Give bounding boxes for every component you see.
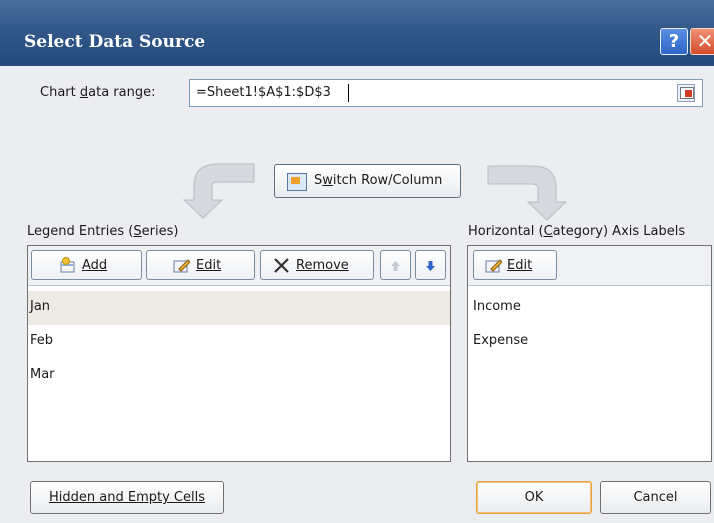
axis-labels-toolbar: Edit	[468, 246, 711, 286]
cancel-button[interactable]: Cancel	[600, 481, 711, 514]
series-item-jan[interactable]: Jan	[28, 291, 450, 325]
chart-data-range-label: Chart data range:	[40, 85, 156, 100]
switch-row-column-button[interactable]: Switch Row/Column	[274, 164, 461, 198]
edit-icon	[173, 259, 190, 273]
range-collapse-icon[interactable]	[677, 84, 695, 102]
switch-row-column-label: Switch Row/Column	[314, 173, 443, 188]
edit-icon	[485, 259, 502, 273]
move-down-icon	[426, 261, 435, 271]
add-icon	[60, 257, 75, 273]
axis-label-item-income[interactable]: Income	[468, 291, 711, 325]
right-curved-arrow-icon	[487, 165, 568, 221]
hidden-empty-cells-button[interactable]: Hidden and Empty Cells	[30, 481, 224, 514]
remove-icon	[274, 258, 289, 273]
ok-label: OK	[524, 490, 544, 505]
list-item-label: Mar	[30, 367, 55, 382]
close-icon: ✕	[696, 29, 714, 53]
left-curved-arrow-icon	[182, 163, 255, 219]
cancel-label: Cancel	[633, 490, 678, 505]
help-button[interactable]: ?	[660, 28, 688, 55]
help-icon: ?	[668, 31, 680, 52]
series-item-feb[interactable]: Feb	[28, 325, 450, 359]
list-item-label: Feb	[30, 333, 54, 348]
list-item-label: Expense	[473, 333, 529, 348]
close-button[interactable]: ✕	[690, 28, 714, 55]
list-item-label: Income	[473, 299, 521, 314]
select-data-source-dialog: Select Data Source ? ✕ Chart data range:…	[0, 0, 714, 523]
legend-entries-panel: Add Edit Remove Jan Feb Mar	[27, 245, 451, 462]
edit-axis-labels-label: Edit	[507, 258, 533, 273]
legend-toolbar: Add Edit Remove	[28, 246, 450, 286]
remove-series-label: Remove	[296, 258, 349, 273]
series-item-mar[interactable]: Mar	[28, 359, 450, 393]
chart-data-range-input[interactable]: =Sheet1!$A$1:$D$3	[189, 79, 703, 107]
edit-axis-labels-button[interactable]: Edit	[473, 250, 557, 280]
text-caret	[348, 84, 349, 102]
legend-entries-label: Legend Entries (Series)	[27, 224, 179, 239]
remove-series-button[interactable]: Remove	[260, 250, 374, 280]
list-item-label: Jan	[30, 299, 51, 314]
ok-button[interactable]: OK	[476, 481, 592, 514]
move-up-button[interactable]	[380, 250, 411, 280]
switch-row-column-icon	[287, 173, 307, 191]
hidden-empty-cells-label: Hidden and Empty Cells	[49, 490, 205, 505]
title-bar: Select Data Source ? ✕	[0, 0, 714, 66]
chart-data-range-value: =Sheet1!$A$1:$D$3	[196, 85, 331, 100]
move-up-icon	[391, 261, 400, 271]
axis-labels-label: Horizontal (Category) Axis Labels	[468, 224, 686, 239]
axis-labels-panel: Edit Income Expense	[467, 245, 712, 462]
axis-label-item-expense[interactable]: Expense	[468, 325, 711, 359]
add-series-button[interactable]: Add	[31, 250, 142, 280]
edit-series-button[interactable]: Edit	[146, 250, 255, 280]
add-series-label: Add	[82, 258, 108, 273]
move-down-button[interactable]	[415, 250, 446, 280]
dialog-title: Select Data Source	[24, 32, 206, 52]
edit-series-label: Edit	[196, 258, 222, 273]
